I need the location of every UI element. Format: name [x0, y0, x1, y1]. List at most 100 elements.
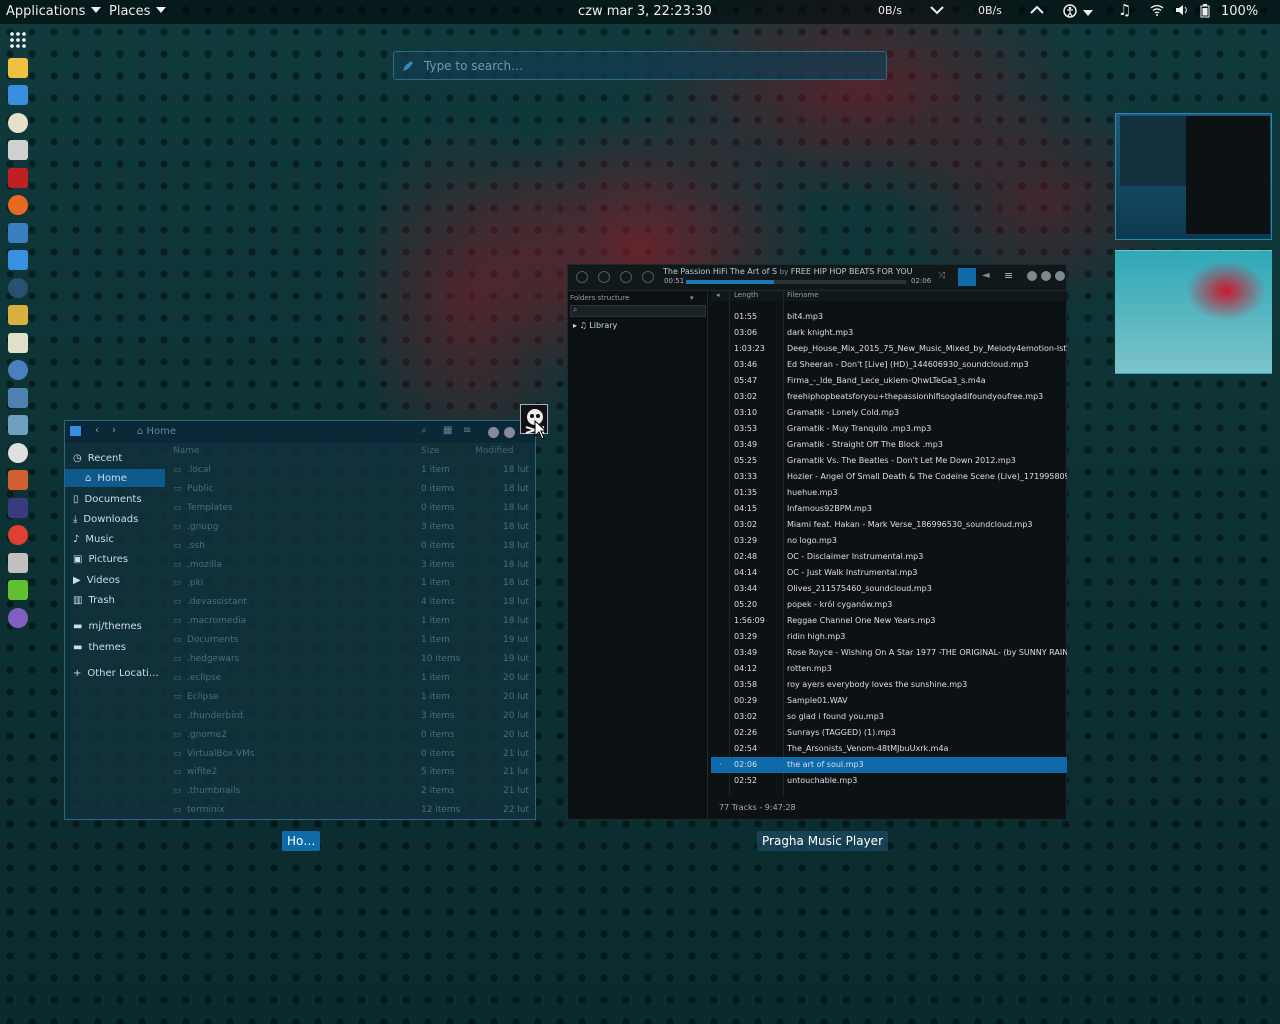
applications-menu[interactable]: Applications [6, 4, 102, 19]
back-button[interactable]: ‹ [95, 425, 99, 436]
track-row[interactable]: 03:49 Gramatik - Straight Off The Block .… [711, 437, 1067, 453]
file-row[interactable]: ▭ .mozilla 3 items 18 lut [169, 557, 535, 576]
app-grid-icon[interactable] [8, 30, 28, 50]
sidebar-item-trash[interactable]: ▥ Trash [73, 591, 115, 609]
file-row[interactable]: ▭ Eclipse 1 item 20 lut [169, 689, 535, 708]
track-row[interactable]: 02:52 untouchable.mp3 [711, 773, 1067, 789]
progress-bar[interactable] [686, 280, 906, 284]
track-row[interactable]: 02:54 The_Arsonists_Venom-48tMJbuUxrk.m4a [711, 741, 1067, 757]
notes-icon[interactable] [8, 112, 28, 133]
maximize-button[interactable] [504, 427, 515, 438]
player-window-label[interactable]: Pragha Music Player [757, 831, 889, 851]
track-row[interactable]: 03:58 roy ayers everybody loves the sunsh… [711, 677, 1067, 693]
network-icon[interactable] [8, 387, 28, 408]
track-row[interactable]: 02:26 Sunrays (TAGGED) (1).mp3 [711, 725, 1067, 741]
sidebar-item-other-locati[interactable]: + Other Locati… [73, 664, 159, 682]
file-row[interactable]: ▭ .thunderbird 3 items 20 lut [169, 708, 535, 727]
track-row[interactable]: 04:14 OC - Just Walk Instrumental.mp3 [711, 565, 1067, 581]
column-name[interactable]: Name [173, 446, 200, 456]
track-row[interactable]: 05:47 Firma_-_Ide_Band_Lece_ukiem-QhwLTeG… [711, 373, 1067, 389]
track-row[interactable]: 00:29 Sample01.WAV [711, 693, 1067, 709]
track-row[interactable]: 03:44 Olives_211575460_soundcloud.mp3 [711, 581, 1067, 597]
wifi-icon[interactable] [1150, 4, 1164, 20]
column-filename[interactable]: Filename [787, 291, 819, 299]
file-row[interactable]: ▭ .devassistant 4 items 18 lut [169, 594, 535, 613]
mixer-icon[interactable] [8, 552, 28, 573]
music-icon[interactable]: ♫ [1118, 1, 1131, 19]
view-toggle-icon[interactable]: ▦ [443, 425, 452, 436]
weather-icon[interactable] [8, 57, 28, 78]
pidgin-bird-icon[interactable] [8, 607, 28, 628]
maximize-button[interactable] [1041, 271, 1051, 281]
sidebar-item-downloads[interactable]: ⤓ Downloads [73, 510, 138, 528]
library-node[interactable]: Library [589, 321, 617, 330]
column-size[interactable]: Size [421, 446, 439, 456]
sidebar-item-music[interactable]: ♪ Music [73, 530, 114, 548]
library-tree[interactable]: ▸ ♫ Library [573, 321, 617, 330]
file-row[interactable]: ▭ .local 1 item 18 lut [169, 462, 535, 481]
track-row[interactable]: 03:53 Gramatik - Muy Tranquilo .mp3.mp3 [711, 421, 1067, 437]
sidebar-item-home[interactable]: ⌂ Home [65, 469, 165, 487]
volume-icon[interactable]: ◄ [982, 270, 990, 281]
pidgin-icon[interactable] [8, 360, 28, 380]
track-row[interactable]: 03:02 Miami feat. Hakan - Mark Verse_1869… [711, 517, 1067, 533]
android-icon[interactable] [8, 580, 28, 600]
qbittorrent-icon[interactable] [8, 250, 28, 270]
workspace-1-thumbnail[interactable] [1115, 113, 1272, 240]
expand-icon[interactable]: ▸ [573, 321, 577, 330]
shuffle-icon[interactable]: ⤨ [938, 271, 945, 281]
volume-icon[interactable] [1175, 4, 1189, 20]
close-button[interactable] [1055, 271, 1065, 281]
file-row[interactable]: ▭ .hedgewars 10 items 19 lut [169, 651, 535, 670]
track-row[interactable]: 05:25 Gramatik Vs. The Beatles - Don't Le… [711, 453, 1067, 469]
sidebar-item-pictures[interactable]: ▣ Pictures [73, 550, 128, 568]
file-row[interactable]: ▭ Public 0 items 18 lut [169, 481, 535, 500]
file-row[interactable]: ▭ .thumbnails 2 items 21 lut [169, 783, 535, 802]
play-pause-button[interactable] [598, 271, 610, 283]
files-window-label[interactable]: Ho… [282, 831, 321, 851]
track-row[interactable]: 01:55 bit4.mp3 [711, 309, 1067, 325]
eclipse-icon[interactable] [8, 497, 28, 518]
previous-button[interactable] [576, 271, 588, 283]
track-row[interactable]: 03:29 ridin high.mp3 [711, 629, 1067, 645]
accessibility-icon[interactable] [1063, 4, 1093, 22]
sidebar-item-videos[interactable]: ▶ Videos [73, 571, 120, 589]
mail-icon[interactable] [8, 85, 28, 105]
folders-structure-select[interactable]: Folders structure ▾ [570, 294, 694, 302]
git-icon[interactable] [8, 525, 28, 545]
music-player-window[interactable]: The Passion HiFi The Art of S by FREE HI… [567, 264, 1067, 820]
thunderbird-icon[interactable] [8, 222, 28, 243]
terminal-icon[interactable] [8, 167, 28, 188]
path-bar-home[interactable]: ⌂ Home [137, 426, 176, 437]
files-window[interactable]: ‹ › ⌂ Home ⌕ ▦ ≡ ◷ Recent ⌂ Home ▯ Documents ⤓… [64, 420, 536, 820]
places-menu[interactable]: Places [109, 4, 167, 19]
menu-icon[interactable]: ≡ [463, 425, 471, 436]
chevron-up-icon[interactable] [1030, 4, 1044, 19]
file-row[interactable]: ▭ wifite2 5 items 21 lut [169, 764, 535, 783]
file-row[interactable]: ▭ .macromedia 1 item 18 lut [169, 613, 535, 632]
column-modified[interactable]: Modified [475, 446, 513, 456]
workspace-2-thumbnail[interactable] [1115, 250, 1272, 374]
file-row[interactable]: ▭ .pki 1 item 18 lut [169, 575, 535, 594]
search-input[interactable] [424, 58, 864, 73]
minimize-button[interactable] [488, 427, 499, 438]
track-row[interactable]: 03:49 Rose Royce - Wishing On A Star 1977… [711, 645, 1067, 661]
stop-button[interactable] [620, 271, 632, 283]
speaker-icon[interactable] [8, 305, 28, 325]
track-row[interactable]: 03:46 Ed Sheeran - Don't [Live] (HD)_1446… [711, 357, 1067, 373]
battery-icon[interactable] [1200, 4, 1210, 22]
file-row[interactable]: ▭ Templates 0 items 18 lut [169, 500, 535, 519]
file-row[interactable]: ▭ Documents 1 item 19 lut [169, 632, 535, 651]
steam-icon[interactable] [8, 277, 28, 298]
repeat-button[interactable] [958, 268, 976, 286]
track-row[interactable]: 03:02 freehiphopbeatsforyou+thepassionhif… [711, 389, 1067, 405]
file-row[interactable]: ▭ .gnome2 0 items 20 lut [169, 727, 535, 746]
track-row[interactable]: 01:35 huehue.mp3 [711, 485, 1067, 501]
track-row[interactable]: 03:29 no logo.mp3 [711, 533, 1067, 549]
image-viewer-icon[interactable] [8, 415, 28, 435]
search-icon[interactable]: ⌕ [421, 425, 427, 436]
forward-button[interactable]: › [112, 425, 116, 436]
track-row[interactable]: 05:20 popek - król cyganów.mp3 [711, 597, 1067, 613]
track-row[interactable]: 03:06 dark knight.mp3 [711, 325, 1067, 341]
track-row[interactable]: · 02:06 the art of soul.mp3 [711, 757, 1067, 773]
